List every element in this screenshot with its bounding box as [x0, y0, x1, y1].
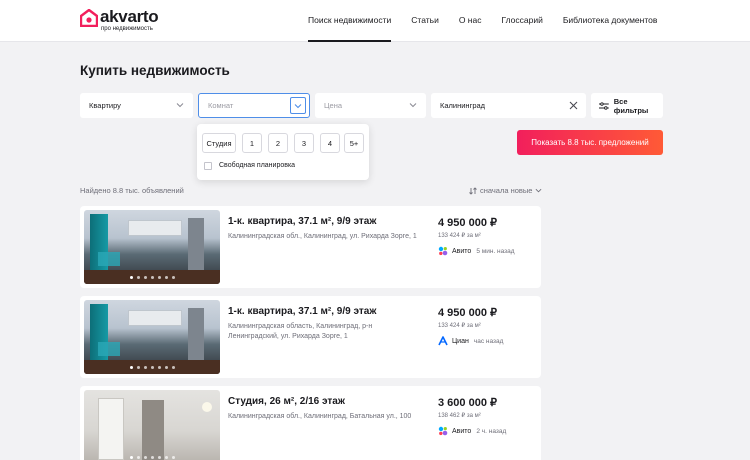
- free-layout-label[interactable]: Свободная планировка: [219, 162, 295, 169]
- listing-title[interactable]: 1-к. квартира, 37.1 м², 9/9 этаж: [228, 306, 376, 317]
- chevron-down-icon: [176, 103, 184, 108]
- all-filters-button[interactable]: Все фильтры: [591, 93, 663, 118]
- avito-icon: [438, 246, 448, 256]
- room-option-4[interactable]: 4: [320, 133, 340, 153]
- free-layout-checkbox[interactable]: [204, 162, 212, 170]
- listing-price: 4 950 000 ₽: [438, 217, 497, 229]
- house-logo-icon: [80, 9, 98, 27]
- chevron-down-icon: [536, 188, 542, 193]
- cian-icon: [438, 336, 448, 346]
- nav-about[interactable]: О нас: [459, 15, 482, 41]
- results-count: Найдено 8.8 тыс. объявлений: [80, 186, 184, 195]
- logo-tagline: про недвижимость: [101, 26, 153, 32]
- room-option-2[interactable]: 2: [268, 133, 288, 153]
- price-placeholder: Цена: [324, 101, 343, 110]
- all-filters-label: Все фильтры: [613, 96, 649, 115]
- photo-pagination: [84, 366, 220, 369]
- nav-glossary[interactable]: Глоссарий: [501, 15, 542, 41]
- sliders-icon: [599, 101, 609, 110]
- rooms-placeholder: Комнат: [208, 101, 234, 110]
- city-value: Калининград: [440, 101, 486, 110]
- source-name: Авито: [452, 247, 472, 255]
- listing-title[interactable]: 1-к. квартира, 37.1 м², 9/9 этаж: [228, 216, 376, 227]
- room-option-1[interactable]: 1: [242, 133, 262, 153]
- listing-address: Калининградская обл., Калининград, ул. Р…: [228, 233, 417, 240]
- sort-icon: [469, 186, 477, 195]
- city-input[interactable]: Калининград: [431, 93, 586, 118]
- main-nav: Поиск недвижимости Статьи О нас Глоссари…: [308, 15, 677, 42]
- property-type-select[interactable]: Квартиру: [80, 93, 193, 118]
- listing-price: 4 950 000 ₽: [438, 307, 497, 319]
- nav-property-search[interactable]: Поиск недвижимости: [308, 15, 392, 42]
- close-icon[interactable]: [569, 101, 578, 110]
- listing-source: Циан час назад: [438, 336, 503, 346]
- price-select[interactable]: Цена: [315, 93, 426, 118]
- listing-title[interactable]: Студия, 26 м², 2/16 этаж: [228, 396, 345, 407]
- listing-photo[interactable]: [84, 300, 220, 374]
- listing-source: Авито 5 мин. назад: [438, 246, 515, 256]
- source-name: Циан: [452, 337, 469, 345]
- room-option-studio[interactable]: Студия: [202, 133, 236, 153]
- room-option-5plus[interactable]: 5+: [344, 133, 364, 153]
- listing-time: час назад: [473, 337, 504, 345]
- page-title: Купить недвижимость: [80, 63, 230, 78]
- listing-address: Калининградская область, Калининград, р-…: [228, 323, 373, 340]
- chevron-down-icon: [294, 104, 302, 109]
- property-type-value: Квартиру: [89, 101, 121, 110]
- listing-card[interactable]: 1-к. квартира, 37.1 м², 9/9 этаж Калинин…: [80, 206, 541, 288]
- listing-time: 2 ч. назад: [476, 427, 507, 435]
- listing-price: 3 600 000 ₽: [438, 397, 497, 409]
- listing-source: Авито 2 ч. назад: [438, 426, 506, 436]
- listing-card[interactable]: 1-к. квартира, 37.1 м², 9/9 этаж Калинин…: [80, 296, 541, 378]
- photo-pagination: [84, 276, 220, 279]
- listing-photo[interactable]: [84, 390, 220, 460]
- room-option-3[interactable]: 3: [294, 133, 314, 153]
- site-header: akvarto про недвижимость Поиск недвижимо…: [0, 0, 750, 42]
- nav-documents-library[interactable]: Библиотека документов: [563, 15, 658, 41]
- avito-icon: [438, 426, 448, 436]
- show-offers-button[interactable]: Показать 8.8 тыс. предложений: [517, 130, 663, 155]
- logo[interactable]: akvarto про недвижимость: [80, 7, 170, 34]
- rooms-select[interactable]: Комнат: [198, 93, 310, 118]
- rooms-dropdown: Студия 1 2 3 4 5+ Свободная планировка: [197, 124, 369, 180]
- sort-label: сначала новые: [480, 186, 533, 195]
- listing-price-per-m2: 133 424 ₽ за м²: [438, 323, 481, 329]
- listing-price-per-m2: 138 462 ₽ за м²: [438, 413, 481, 419]
- listing-card[interactable]: Студия, 26 м², 2/16 этаж Калининградская…: [80, 386, 541, 460]
- photo-pagination: [84, 456, 220, 459]
- chevron-down-icon: [409, 103, 417, 108]
- sort-select[interactable]: сначала новые: [469, 186, 542, 195]
- listing-price-per-m2: 133 424 ₽ за м²: [438, 233, 481, 239]
- nav-articles[interactable]: Статьи: [411, 15, 439, 41]
- listing-photo[interactable]: [84, 210, 220, 284]
- listing-address: Калининградская обл., Калининград, Батал…: [228, 413, 412, 420]
- source-name: Авито: [452, 427, 472, 435]
- listing-time: 5 мин. назад: [476, 247, 515, 255]
- logo-name: akvarto: [100, 7, 159, 26]
- rooms-toggle-button[interactable]: [290, 97, 306, 114]
